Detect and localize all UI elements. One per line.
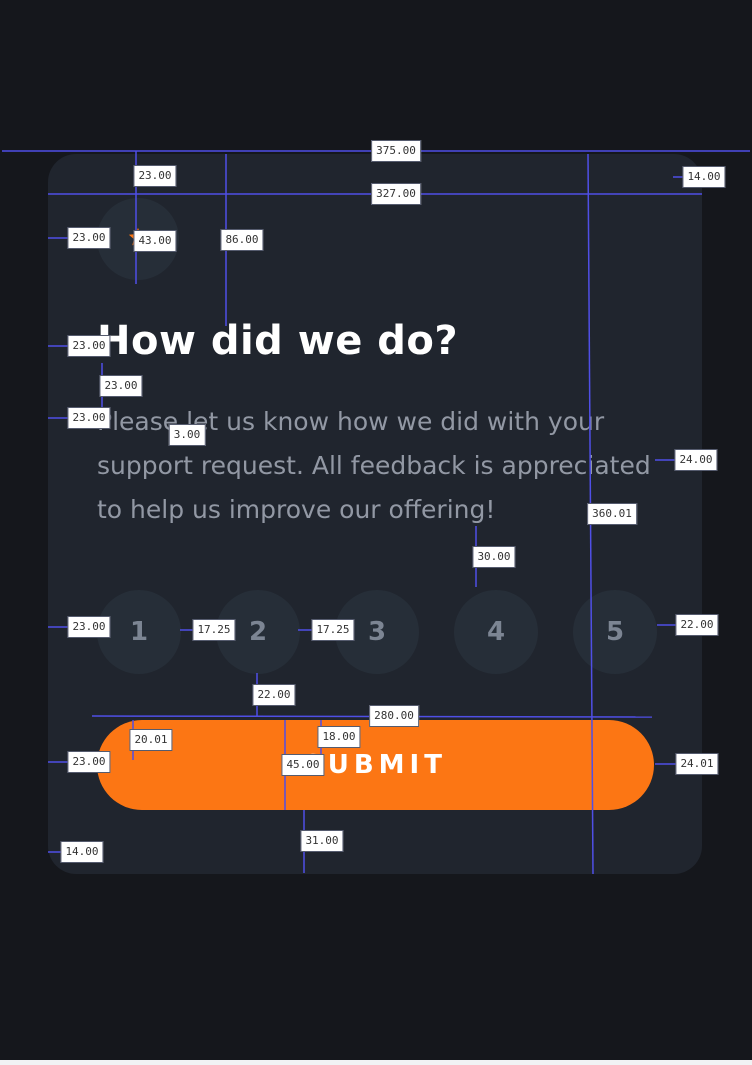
rating-button-4[interactable]: 4	[454, 590, 538, 674]
bottom-edge	[0, 1060, 752, 1065]
card-title: How did we do?	[97, 318, 459, 364]
rating-button-5[interactable]: 5	[573, 590, 657, 674]
rating-button-2[interactable]: 2	[216, 590, 300, 674]
rating-options: 1 2 3 4 5	[97, 590, 659, 674]
star-icon	[127, 226, 149, 252]
card-description: Please let us know how we did with your …	[97, 407, 651, 524]
submit-button[interactable]: SUBMIT	[97, 720, 654, 810]
rating-button-1[interactable]: 1	[97, 590, 181, 674]
rating-button-3[interactable]: 3	[335, 590, 419, 674]
star-badge	[97, 198, 179, 280]
